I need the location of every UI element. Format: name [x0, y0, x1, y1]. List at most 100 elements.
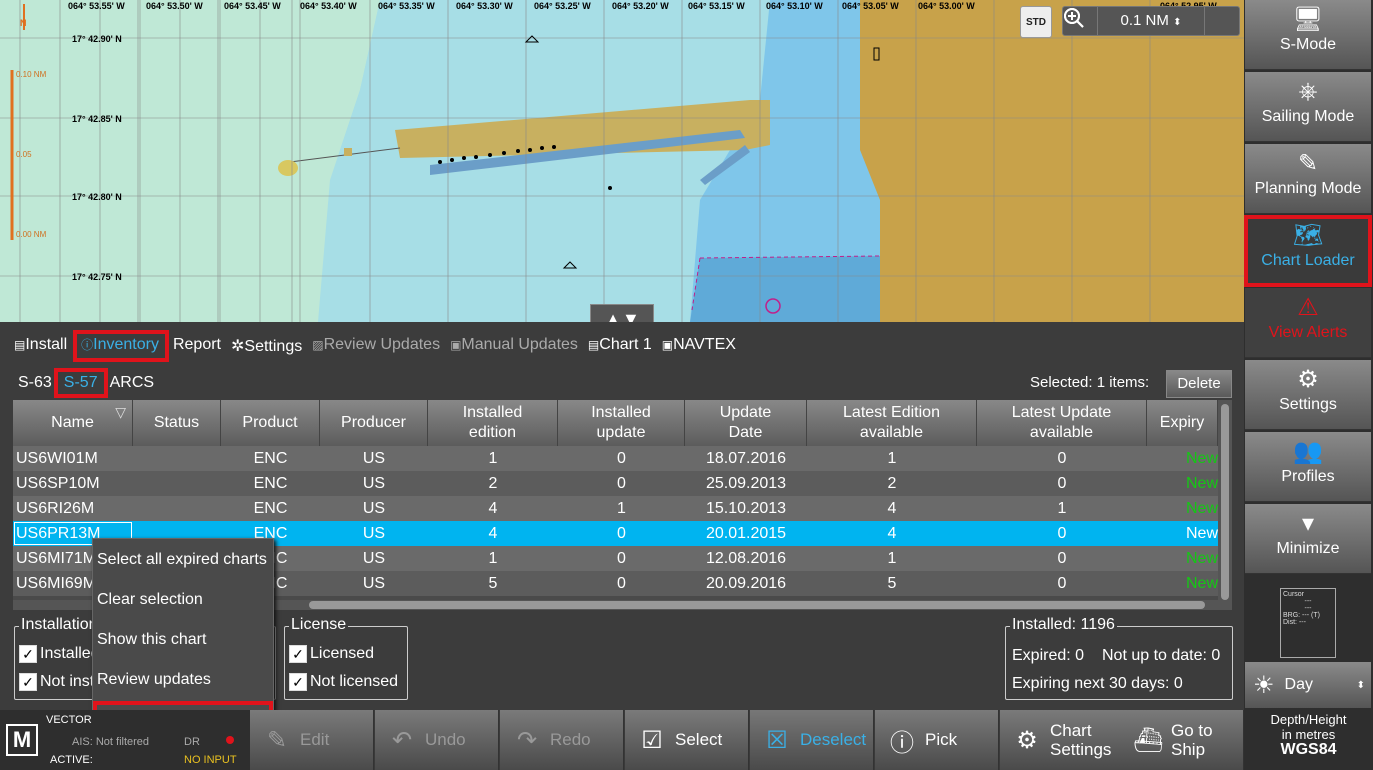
- cursor-readout: Cursor --- --- BRG: --- (T) Dist: ---: [1280, 588, 1336, 658]
- planning-mode-button[interactable]: ✎ Planning Mode: [1245, 144, 1371, 214]
- cell-latest-edition: 1: [887, 550, 897, 567]
- column-header-latest-update[interactable]: Latest Update available: [977, 400, 1147, 446]
- profiles-button[interactable]: 👥 Profiles: [1245, 432, 1371, 502]
- settings-button[interactable]: ⚙ Settings: [1245, 360, 1371, 430]
- chart-map-icon: 🗺: [1292, 222, 1324, 249]
- tab-settings[interactable]: ✲Settings: [227, 334, 308, 358]
- zoom-control: 0.1 NM ⬍: [1062, 6, 1240, 36]
- column-header-latest-edition[interactable]: Latest Edition available: [807, 400, 977, 446]
- table-row[interactable]: US6RI26M ENC US 4 1 15.10.2013 4 1 New: [13, 496, 1218, 521]
- cell-latest-edition: 5: [887, 575, 897, 592]
- column-header-expiry[interactable]: Expiry: [1147, 400, 1218, 446]
- depth-label: Depth/Height: [1270, 712, 1347, 727]
- tab-manual-updates[interactable]: ▣Manual Updates: [446, 334, 584, 358]
- gear-icon: ⚙: [1297, 366, 1319, 393]
- column-header-installed-update[interactable]: Installed update: [558, 400, 685, 446]
- s-mode-button[interactable]: 🖥 S-Mode: [1245, 0, 1371, 70]
- column-header-update-date[interactable]: Update Date: [685, 400, 807, 446]
- vessel-status: M VECTOR AIS: Not filtered DR ACTIVE: NO…: [0, 710, 250, 770]
- pick-button[interactable]: ⓘ Pick: [875, 710, 999, 770]
- vertical-scrollbar[interactable]: [1218, 400, 1232, 610]
- checkbox-icon: ✓: [19, 673, 37, 691]
- chart-settings-icon: ⚙: [1016, 726, 1038, 754]
- not-up-to-date-count: Not up to date: 0: [1102, 647, 1221, 664]
- scroll-thumb[interactable]: [1221, 404, 1229, 600]
- tab-report[interactable]: Report: [169, 334, 227, 358]
- format-tabs: S-63 S-57 ARCS: [14, 368, 160, 398]
- scroll-thumb[interactable]: [309, 601, 1205, 609]
- lat-label: 17° 42.75' N: [72, 272, 122, 282]
- cell-update-date: 20.01.2015: [705, 525, 787, 542]
- sailing-mode-button[interactable]: ⎈ Sailing Mode: [1245, 72, 1371, 142]
- cell-producer: US: [362, 525, 386, 542]
- not-licensed-checkbox[interactable]: ✓ Not licensed: [289, 673, 398, 691]
- monitor-icon: 🖥: [1292, 6, 1324, 33]
- tab-inventory[interactable]: ⓘInventory: [73, 330, 169, 362]
- menu-item-show-chart[interactable]: Show this chart: [97, 631, 206, 649]
- chart-map[interactable]: 064° 53.55' W 064° 53.50' W 064° 53.45' …: [0, 0, 1244, 322]
- button-label: Chart Loader: [1261, 252, 1355, 269]
- go-to-ship-button[interactable]: ⛴ Go to Ship: [1121, 710, 1244, 770]
- cell-update-date: 20.09.2016: [705, 575, 787, 592]
- undo-icon: ↶: [391, 726, 413, 754]
- column-header-status[interactable]: Status: [133, 400, 221, 446]
- button-label: Planning Mode: [1254, 180, 1362, 197]
- expired-count: Expired: 0: [1012, 647, 1085, 664]
- cell-installed-update: 0: [617, 525, 626, 542]
- subtab-s63[interactable]: S-63: [14, 372, 58, 394]
- column-header-product[interactable]: Product: [221, 400, 320, 446]
- column-header-name[interactable]: Name ▽: [13, 400, 133, 446]
- lon-label: 064° 53.25' W: [534, 1, 591, 11]
- chart-loader-button[interactable]: 🗺 Chart Loader: [1244, 215, 1372, 287]
- button-label: Select: [675, 730, 723, 749]
- table-row[interactable]: US6WI01M ENC US 1 0 18.07.2016 1 0 New: [13, 446, 1218, 471]
- subtab-arcs[interactable]: ARCS: [104, 372, 160, 394]
- column-header-installed-edition[interactable]: Installed edition: [428, 400, 558, 446]
- menu-item-select-expired[interactable]: Select all expired charts: [97, 551, 267, 569]
- cell-installed-update: 0: [617, 450, 626, 467]
- installed-checkbox[interactable]: ✓ Installed: [19, 645, 100, 663]
- ship-icon: ⛴: [1133, 726, 1164, 754]
- chart-canvas: [0, 0, 1244, 322]
- menu-item-review-updates[interactable]: Review updates: [97, 671, 211, 689]
- panel-toggle-button[interactable]: ▲▼: [590, 304, 654, 322]
- column-header-producer[interactable]: Producer: [320, 400, 428, 446]
- cell-producer: US: [362, 575, 386, 592]
- undo-button[interactable]: ↶ Undo: [375, 710, 499, 770]
- std-display-button[interactable]: STD: [1020, 6, 1052, 38]
- deselect-button[interactable]: ☒ Deselect: [750, 710, 874, 770]
- cell-latest-edition: 1: [887, 450, 897, 467]
- redo-button[interactable]: ↷ Redo: [500, 710, 624, 770]
- info-icon: ⓘ: [890, 729, 914, 757]
- table-row[interactable]: US6SP10M ENC US 2 0 25.09.2013 2 0 New: [13, 471, 1218, 496]
- cell-installed-edition: 1: [488, 450, 498, 467]
- tab-install[interactable]: ▤Install: [10, 334, 73, 358]
- zoom-out-icon[interactable]: [1064, 7, 1239, 35]
- day-night-select[interactable]: ☀ Day ⬍: [1245, 662, 1371, 708]
- minimize-button[interactable]: ▾ Minimize: [1245, 504, 1371, 574]
- tab-label: Install: [25, 336, 68, 353]
- view-alerts-button[interactable]: ⚠ View Alerts: [1245, 288, 1371, 358]
- zoom-range-select[interactable]: 0.1 NM ⬍: [1097, 7, 1205, 35]
- tab-navtex[interactable]: ▣NAVTEX: [658, 334, 742, 358]
- tab-chart-1[interactable]: ▤Chart 1: [584, 334, 658, 358]
- cell-installed-update: 1: [617, 500, 626, 517]
- button-label: Profiles: [1281, 468, 1335, 485]
- spinner-icon: ⬍: [1356, 679, 1365, 691]
- delete-button[interactable]: Delete: [1166, 370, 1232, 398]
- licensed-checkbox[interactable]: ✓ Licensed: [289, 645, 374, 663]
- chart-settings-button[interactable]: ⚙ Chart Settings: [1000, 710, 1124, 770]
- button-label: Go to Ship: [1171, 721, 1213, 759]
- select-button[interactable]: ☑ Select: [625, 710, 749, 770]
- subtab-s57[interactable]: S-57: [53, 368, 108, 398]
- menu-item-clear-selection[interactable]: Clear selection: [97, 591, 203, 609]
- checkbox-label: Not licensed: [310, 673, 399, 690]
- cursor-line: ---: [1304, 605, 1312, 612]
- tab-review-updates[interactable]: ▨Review Updates: [308, 334, 446, 358]
- edit-button[interactable]: ✎ Edit: [250, 710, 374, 770]
- checkbox-label: Licensed: [310, 645, 375, 662]
- lon-label: 064° 53.00' W: [918, 1, 975, 11]
- cell-producer: US: [362, 475, 386, 492]
- scale-label: 0.05: [16, 150, 32, 159]
- lon-label: 064° 53.50' W: [146, 1, 203, 11]
